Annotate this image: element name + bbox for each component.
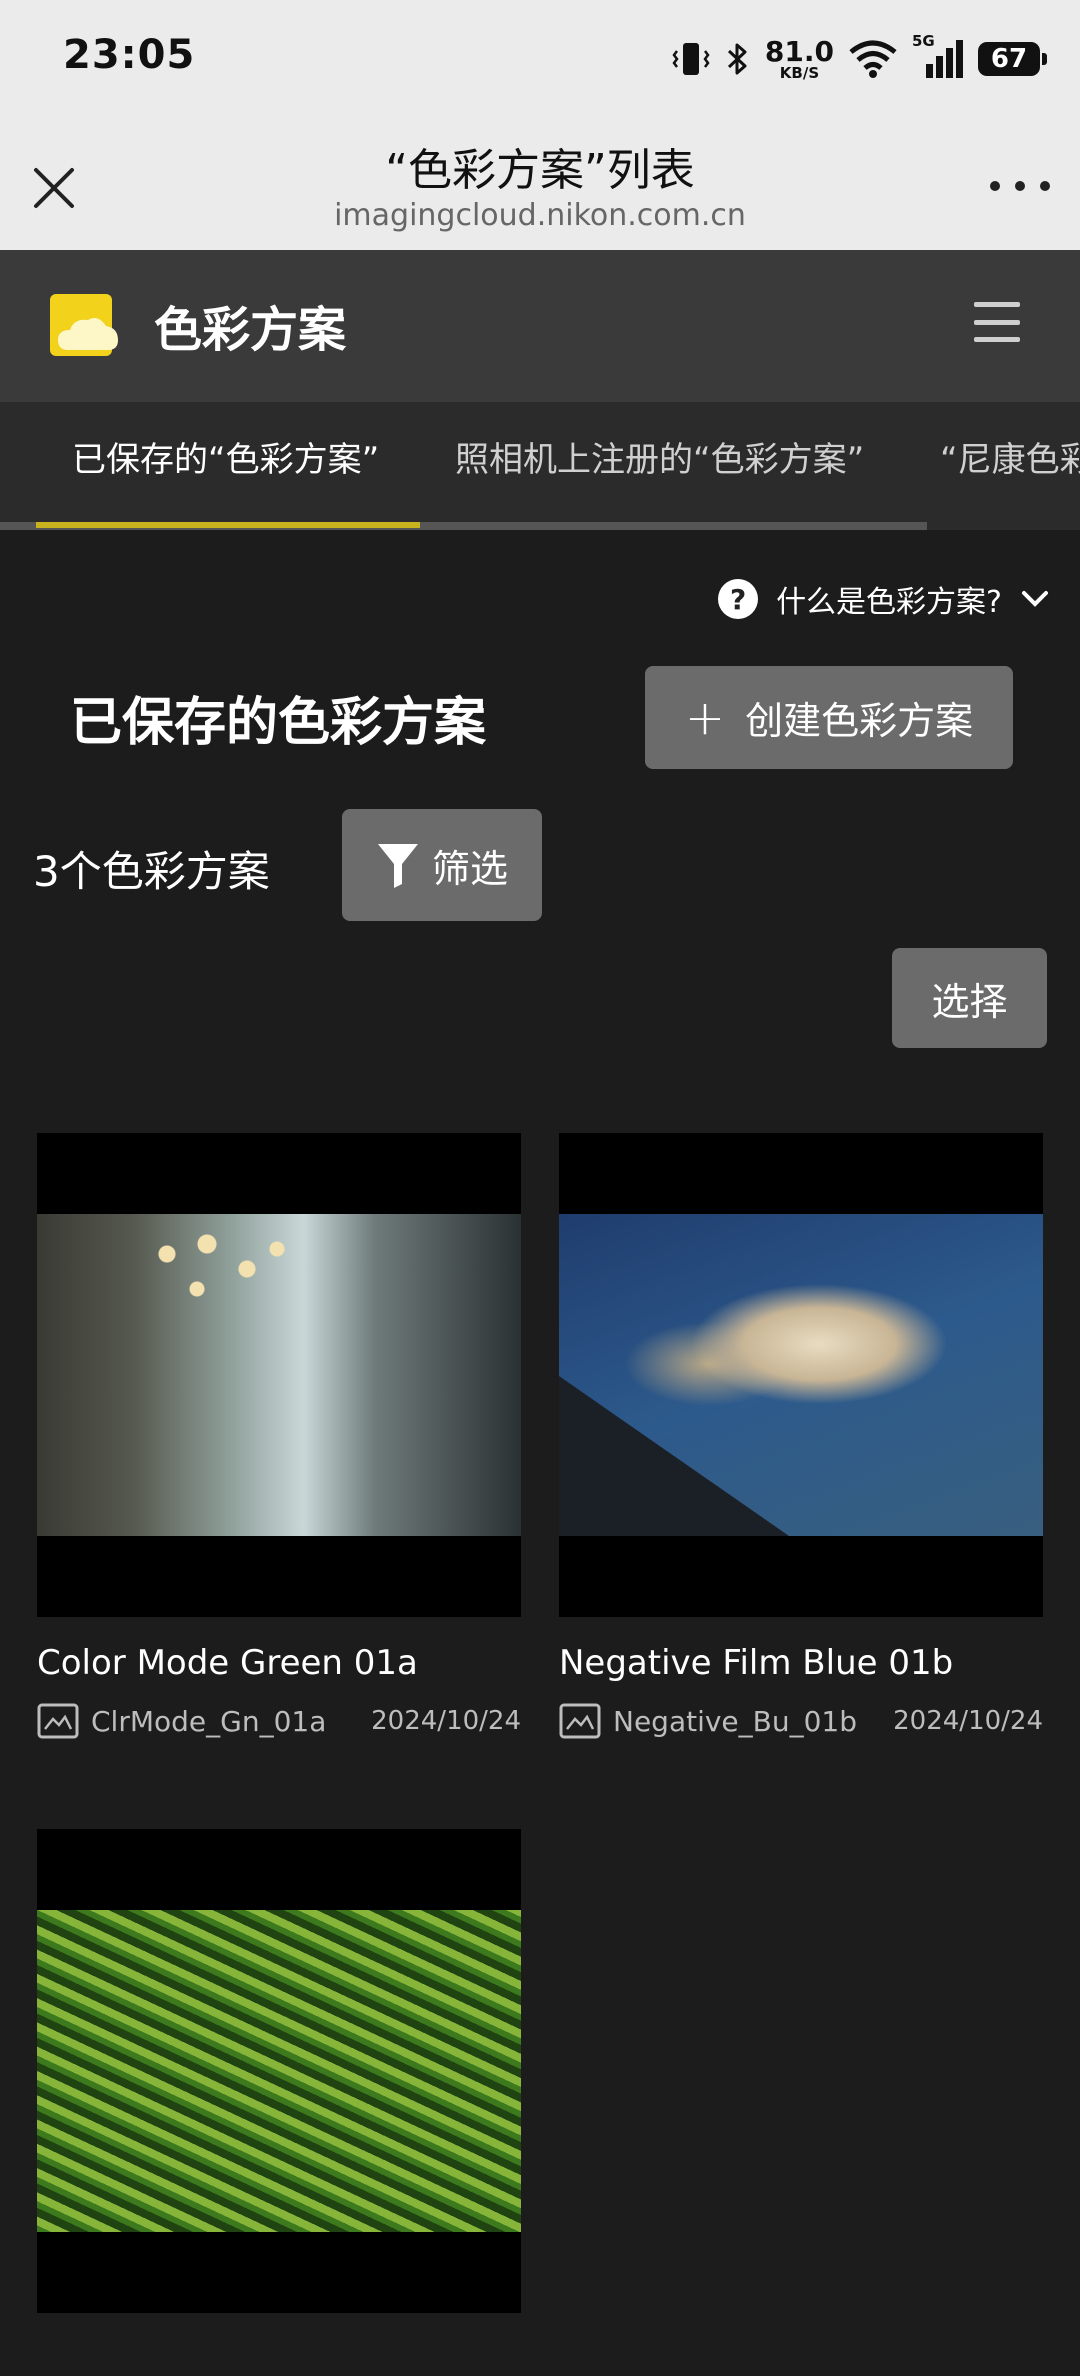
chevron-down-icon [1022,591,1048,607]
section-title: 已保存的色彩方案 [70,693,487,753]
tab-camera-registered[interactable]: 照相机上注册的“色彩方案” [455,432,864,481]
recipe-file-name: ClrMode_Gn_01a [91,1704,327,1738]
hamburger-menu-icon[interactable] [974,302,1020,342]
more-menu-icon[interactable] [990,176,1050,196]
menu-line [974,302,1020,307]
recipe-card[interactable]: Negative Film Blue 01b Negative_Bu_01b 2… [559,1133,1043,1739]
tab-active-indicator [36,522,420,528]
recipe-file-name: Negative_Bu_01b [613,1704,858,1738]
recipe-file-icon [559,1703,601,1739]
filter-button[interactable]: 筛选 [342,809,542,921]
cell-signal: 5G [912,32,964,82]
recipe-date: 2024/10/24 [371,1706,521,1736]
recipe-thumbnail[interactable] [37,1133,521,1617]
app-title: 色彩方案 [154,302,347,358]
tab-saved[interactable]: 已保存的“色彩方案” [72,432,379,481]
menu-line [974,319,1020,325]
wifi-icon [849,40,897,78]
dot [1040,181,1050,191]
recipe-count: 3个色彩方案 [33,847,270,896]
select-label: 选择 [931,979,1008,1024]
status-icons: 81.0 KB/S 5G 67 [671,32,1047,86]
question-icon: ? [718,579,759,619]
network-speed-value: 81.0 [764,34,834,68]
menu-line [974,337,1020,342]
browser-url: imagingcloud.nikon.com.cn [334,198,746,233]
filter-icon [377,844,418,888]
tab-nikon[interactable]: “尼康色彩 [940,432,1080,481]
recipe-name: Negative Film Blue 01b [559,1643,954,1683]
help-label: 什么是色彩方案? [776,585,1002,620]
status-bar: 23:05 81.0 KB/S 5G 67 [0,0,1080,118]
dot [990,181,1000,191]
recipe-card[interactable] [37,1829,521,2339]
recipe-preview-image [37,1214,521,1536]
vibrate-icon [672,43,710,75]
create-recipe-label: 创建色彩方案 [745,699,974,743]
network-speed: 81.0 KB/S [764,34,834,82]
recipe-name: Color Mode Green 01a [37,1643,418,1683]
battery-icon: 67 [978,42,1047,76]
browser-title: “色彩方案”列表 [385,145,695,196]
recipe-meta: ClrMode_Gn_01a 2024/10/24 [37,1703,521,1739]
browser-header: “色彩方案”列表 imagingcloud.nikon.com.cn [0,118,1080,250]
recipe-date: 2024/10/24 [893,1706,1043,1736]
tab-bar: 已保存的“色彩方案” 照相机上注册的“色彩方案” “尼康色彩 [0,402,1080,530]
signal-icon [926,40,963,78]
recipe-file-icon [37,1703,79,1739]
recipe-meta: Negative_Bu_01b 2024/10/24 [559,1703,1043,1739]
filter-label: 筛选 [431,846,508,891]
recipe-preview-image [37,1910,521,2232]
help-toggle[interactable]: ? 什么是色彩方案? [718,574,1050,624]
app-header: 色彩方案 [0,250,1080,402]
battery-level: 67 [990,44,1028,74]
create-recipe-button[interactable]: + 创建色彩方案 [645,666,1013,769]
recipe-preview-image [559,1214,1043,1536]
select-button[interactable]: 选择 [892,948,1047,1048]
recipe-card[interactable]: Color Mode Green 01a ClrMode_Gn_01a 2024… [37,1133,521,1739]
recipe-thumbnail[interactable] [37,1829,521,2313]
dot [1015,181,1025,191]
plus-icon: + [684,689,726,746]
network-speed-unit: KB/S [779,63,820,82]
status-time: 23:05 [63,32,196,78]
app-logo-icon[interactable] [48,292,120,358]
recipe-thumbnail[interactable] [559,1133,1043,1617]
bluetooth-icon [727,43,747,75]
